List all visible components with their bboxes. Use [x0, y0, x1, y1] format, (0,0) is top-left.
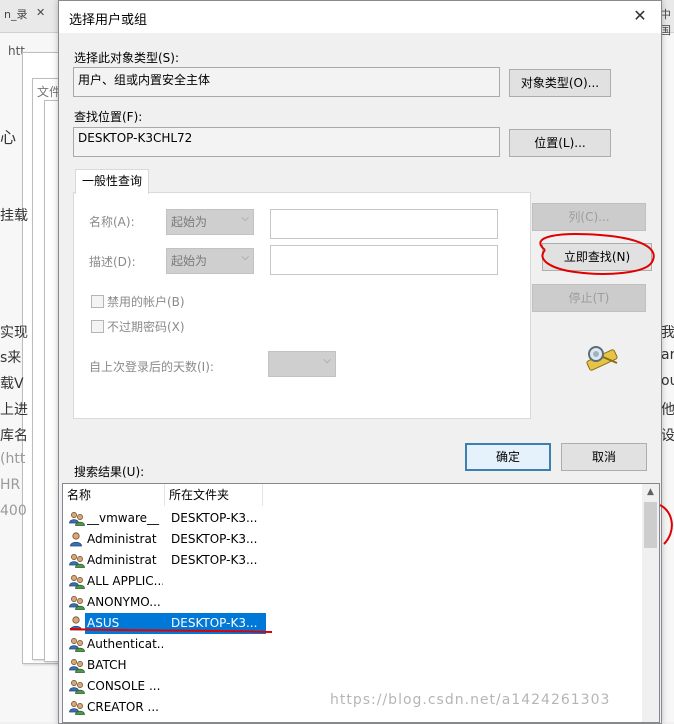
background-text-9: 400 — [0, 503, 27, 519]
table-row[interactable]: ANONYMO... — [63, 592, 643, 613]
row-name: BATCH — [87, 658, 127, 672]
days-since-login-combo[interactable]: ⌵ — [268, 351, 336, 377]
background-text-0: 心 — [0, 128, 17, 147]
background-right-text-1: ar — [661, 347, 674, 363]
background-tab-close-icon[interactable]: ✕ — [36, 6, 45, 26]
watermark: https://blog.csdn.net/a1424261303 — [330, 692, 611, 708]
dialog-title: 选择用户或组 — [69, 13, 148, 28]
columns-button[interactable]: 列(C)... — [532, 203, 646, 231]
name-match-value: 起始为 — [171, 215, 208, 229]
background-text-3: s来 — [0, 350, 22, 366]
row-folder: DESKTOP-K3... — [171, 616, 258, 630]
select-users-dialog: 选择用户或组 ✕ 选择此对象类型(S): 用户、组或内置安全主体 对象类型(O)… — [58, 0, 662, 724]
disabled-accounts-checkbox[interactable] — [91, 295, 104, 308]
table-row[interactable]: Administrat DESKTOP-K3... — [63, 550, 643, 571]
row-name: __vmware__ — [87, 511, 160, 525]
tab-general-query[interactable]: 一般性查询 — [75, 169, 149, 194]
group-icon — [69, 554, 85, 568]
cancel-button[interactable]: 取消 — [561, 443, 647, 471]
group-icon — [69, 512, 85, 526]
background-text-4: 载V — [0, 376, 24, 392]
group-icon — [69, 659, 85, 673]
row-name: ANONYMO... — [87, 595, 161, 609]
column-header-name[interactable]: 名称 — [63, 484, 165, 506]
row-name: ALL APPLIC... — [87, 574, 163, 588]
background-text-7: (htt — [0, 451, 26, 467]
scroll-thumb[interactable] — [644, 502, 657, 548]
object-type-field: 用户、组或内置安全主体 — [73, 67, 500, 97]
background-text-1: 挂载 — [0, 208, 28, 224]
background-tab-left[interactable]: n_录 — [4, 6, 27, 26]
group-icon — [69, 575, 85, 589]
description-match-combo[interactable]: 起始为 ⌵ — [166, 248, 254, 274]
name-input[interactable] — [270, 209, 498, 239]
background-text-8: HR — [0, 477, 21, 493]
description-match-value: 起始为 — [171, 254, 208, 268]
background-text-6: 库名 — [0, 428, 28, 444]
chevron-down-icon: ⌵ — [323, 355, 331, 366]
background-right-text-4: 设置 — [661, 428, 674, 444]
results-scrollbar[interactable]: ▲ — [642, 484, 659, 722]
row-name: Authenticat... — [87, 637, 163, 651]
background-text-2: 实现 — [0, 325, 28, 341]
ok-button[interactable]: 确定 — [465, 443, 551, 471]
object-type-label: 选择此对象类型(S): — [74, 51, 180, 65]
table-row[interactable]: ASUS DESKTOP-K3... — [63, 613, 643, 634]
group-icon — [69, 701, 85, 715]
row-folder: DESKTOP-K3... — [171, 553, 258, 567]
user-icon — [70, 532, 82, 547]
description-label: 描述(D): — [89, 255, 136, 269]
table-row[interactable]: __vmware__ DESKTOP-K3... — [63, 508, 643, 529]
name-match-combo[interactable]: 起始为 ⌵ — [166, 209, 254, 235]
description-input[interactable] — [270, 245, 498, 275]
row-name: Administrat — [87, 532, 157, 546]
name-label: 名称(A): — [89, 215, 135, 229]
stop-button[interactable]: 停止(T) — [532, 284, 646, 312]
background-text-5: 上进 — [0, 402, 28, 418]
dialog-titlebar[interactable]: 选择用户或组 ✕ — [59, 1, 661, 33]
binoculars-icon — [586, 346, 618, 371]
chevron-down-icon: ⌵ — [241, 213, 249, 224]
close-icon[interactable]: ✕ — [625, 3, 655, 29]
row-name: ASUS — [87, 616, 120, 630]
user-icon — [70, 616, 82, 631]
location-label: 查找位置(F): — [74, 110, 143, 124]
row-folder: DESKTOP-K3... — [171, 532, 258, 546]
table-row[interactable]: Authenticat... — [63, 634, 643, 655]
general-query-panel: 名称(A): 起始为 ⌵ 描述(D): 起始为 ⌵ 禁用的帐户(B) 不过期密码… — [73, 192, 531, 419]
row-folder: DESKTOP-K3... — [171, 511, 258, 525]
object-types-button[interactable]: 对象类型(O)... — [509, 69, 611, 97]
table-row[interactable]: Administrat DESKTOP-K3... — [63, 529, 643, 550]
scroll-up-icon[interactable]: ▲ — [642, 484, 659, 501]
disabled-accounts-label: 禁用的帐户(B) — [107, 295, 185, 309]
table-row[interactable]: ALL APPLIC... — [63, 571, 643, 592]
chevron-down-icon: ⌵ — [241, 252, 249, 263]
group-icon — [69, 680, 85, 694]
group-icon — [69, 638, 85, 652]
row-name: Administrat — [87, 553, 157, 567]
non-expiring-password-label: 不过期密码(X) — [107, 320, 185, 334]
days-since-login-label: 自上次登录后的天数(I): — [89, 360, 214, 374]
locations-button[interactable]: 位置(L)... — [509, 129, 611, 157]
find-now-button[interactable]: 立即查找(N) — [542, 243, 652, 271]
group-icon — [69, 596, 85, 610]
row-name: CREATOR ... — [87, 700, 159, 714]
row-name: CONSOLE ... — [87, 679, 161, 693]
location-field: DESKTOP-K3CHL72 — [73, 127, 500, 157]
search-results-label: 搜索结果(U): — [74, 465, 145, 479]
table-row[interactable]: BATCH — [63, 655, 643, 676]
background-right-text-2: ou — [661, 373, 674, 389]
background-right-text-3: 他为 — [661, 402, 674, 418]
search-results-list[interactable]: 名称 所在文件夹 __vmware__ DESKTOP-K3... Administ… — [62, 483, 660, 723]
background-tab-right[interactable]: 中国 — [660, 6, 674, 37]
column-header-folder[interactable]: 所在文件夹 — [165, 484, 263, 506]
non-expiring-password-checkbox[interactable] — [91, 320, 104, 333]
background-right-text-0: 我 — [661, 325, 674, 341]
